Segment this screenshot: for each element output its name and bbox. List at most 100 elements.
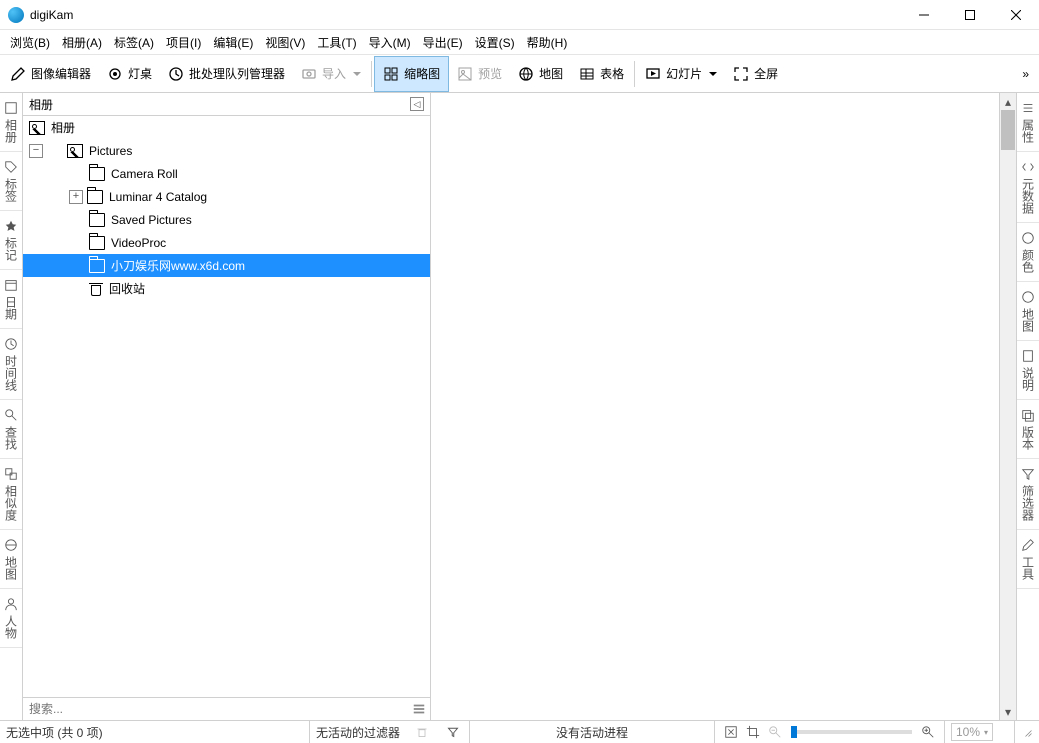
preview-button[interactable]: 预览 [449, 56, 510, 92]
folder-icon [87, 190, 103, 204]
zoom-in-icon[interactable] [919, 723, 937, 741]
import-button[interactable]: 导入 [293, 56, 369, 92]
menu-export[interactable]: 导出(E) [417, 31, 469, 54]
menu-import[interactable]: 导入(M) [363, 31, 417, 54]
image-icon [457, 66, 473, 82]
tab-properties[interactable]: 属性 [1017, 93, 1039, 152]
slideshow-button[interactable]: 幻灯片 [637, 56, 725, 92]
tab-captions[interactable]: 说明 [1017, 341, 1039, 400]
calendar-icon [4, 278, 18, 292]
code-icon [1021, 160, 1035, 174]
globe-icon [4, 538, 18, 552]
search-row [23, 697, 430, 720]
person-icon [4, 597, 18, 611]
scroll-up-icon[interactable]: ▴ [1000, 93, 1016, 110]
tree-item[interactable]: +Luminar 4 Catalog [23, 185, 430, 208]
document-icon [1021, 349, 1035, 363]
similarity-icon [4, 467, 18, 481]
folder-icon [89, 236, 105, 250]
tree-item[interactable]: Camera Roll [23, 162, 430, 185]
menu-album[interactable]: 相册(A) [56, 31, 108, 54]
tab-map[interactable]: 地图 [0, 530, 22, 589]
table-button[interactable]: 表格 [571, 56, 632, 92]
globe-icon [518, 66, 534, 82]
pane-title: 相册 [29, 96, 53, 113]
map-button[interactable]: 地图 [510, 56, 571, 92]
collapse-icon[interactable]: − [29, 144, 43, 158]
expand-icon[interactable]: + [69, 190, 83, 204]
tab-albums[interactable]: 相册 [0, 93, 22, 152]
statusbar: 无选中项 (共 0 项) 无活动的过滤器 没有活动进程 10%▾ [0, 720, 1039, 743]
menu-help[interactable]: 帮助(H) [521, 31, 574, 54]
chevron-down-icon [353, 72, 361, 76]
tree-item[interactable]: VideoProc [23, 231, 430, 254]
menu-view[interactable]: 视图(V) [259, 31, 311, 54]
tree-item-selected[interactable]: 小刀娱乐网www.x6d.com [23, 254, 430, 277]
image-editor-button[interactable]: 图像编辑器 [2, 56, 99, 92]
menu-browse[interactable]: 浏览(B) [4, 31, 56, 54]
tree-root[interactable]: 相册 [23, 116, 430, 139]
tab-people[interactable]: 人物 [0, 589, 22, 648]
status-progress: 没有活动进程 [470, 721, 715, 743]
thumbnails-button[interactable]: 缩略图 [374, 56, 449, 92]
close-button[interactable] [993, 0, 1039, 30]
status-grip [1015, 721, 1039, 743]
menu-settings[interactable]: 设置(S) [469, 31, 521, 54]
menu-edit[interactable]: 编辑(E) [207, 31, 259, 54]
scroll-thumb[interactable] [1001, 110, 1015, 150]
tree-trash[interactable]: 回收站 [23, 277, 430, 300]
tab-filters[interactable]: 筛选器 [1017, 459, 1039, 530]
menu-item[interactable]: 项目(I) [160, 31, 207, 54]
crop-icon[interactable] [744, 723, 762, 741]
fullscreen-button[interactable]: 全屏 [725, 56, 786, 92]
star-icon [4, 219, 18, 233]
search-icon [4, 408, 18, 422]
tab-timeline[interactable]: 时间线 [0, 329, 22, 400]
toolbar-overflow[interactable]: » [1014, 56, 1037, 92]
batch-queue-button[interactable]: 批处理队列管理器 [160, 56, 293, 92]
tab-search[interactable]: 查找 [0, 400, 22, 459]
minimize-button[interactable] [901, 0, 947, 30]
batch-icon [168, 66, 184, 82]
light-table-button[interactable]: 灯桌 [99, 56, 160, 92]
grid-icon [383, 66, 399, 82]
sliders-icon [1021, 101, 1035, 115]
left-sidebar-tabs: 相册 标签 标记 日期 时间线 查找 相似度 地图 人物 [0, 93, 23, 720]
scrollbar[interactable]: ▴ ▾ [999, 93, 1016, 720]
folder-icon [89, 213, 105, 227]
separator [371, 61, 372, 87]
status-filter: 无活动的过滤器 [316, 724, 400, 741]
pane-header: 相册 ◁ [23, 93, 430, 116]
search-input[interactable] [23, 702, 408, 716]
tab-versions[interactable]: 版本 [1017, 400, 1039, 459]
tab-tags[interactable]: 标签 [0, 152, 22, 211]
zoom-slider[interactable] [791, 730, 912, 734]
album-tree[interactable]: 相册 −Pictures Camera Roll +Luminar 4 Cata… [23, 116, 430, 697]
tab-similarity[interactable]: 相似度 [0, 459, 22, 530]
fit-window-icon[interactable] [722, 723, 740, 741]
tab-tools[interactable]: 工具 [1017, 530, 1039, 589]
album-pane: 相册 ◁ 相册 −Pictures Camera Roll +Luminar 4… [23, 93, 431, 720]
pencil-icon [10, 66, 26, 82]
right-sidebar-tabs: 属性 元数据 颜色 地图 说明 版本 筛选器 工具 [1016, 93, 1039, 720]
tree-pictures[interactable]: −Pictures [23, 139, 430, 162]
tree-item[interactable]: Saved Pictures [23, 208, 430, 231]
tab-dates[interactable]: 日期 [0, 270, 22, 329]
zoom-out-icon [766, 723, 784, 741]
status-filter-cell: 无活动的过滤器 [310, 721, 470, 743]
menu-tags[interactable]: 标签(A) [108, 31, 160, 54]
zoom-value[interactable]: 10%▾ [951, 723, 993, 741]
maximize-button[interactable] [947, 0, 993, 30]
chevron-right-icon: » [1022, 67, 1029, 81]
search-options-button[interactable] [408, 698, 430, 720]
separator [634, 61, 635, 87]
tab-colors[interactable]: 颜色 [1017, 223, 1039, 282]
tab-metadata[interactable]: 元数据 [1017, 152, 1039, 223]
tab-map-right[interactable]: 地图 [1017, 282, 1039, 341]
filter-icon[interactable] [444, 723, 462, 741]
tab-labels[interactable]: 标记 [0, 211, 22, 270]
collapse-button[interactable]: ◁ [410, 97, 424, 111]
menu-tools[interactable]: 工具(T) [311, 31, 362, 54]
scroll-down-icon[interactable]: ▾ [1000, 703, 1016, 720]
thumbnail-view[interactable]: ▴ ▾ [431, 93, 1016, 720]
